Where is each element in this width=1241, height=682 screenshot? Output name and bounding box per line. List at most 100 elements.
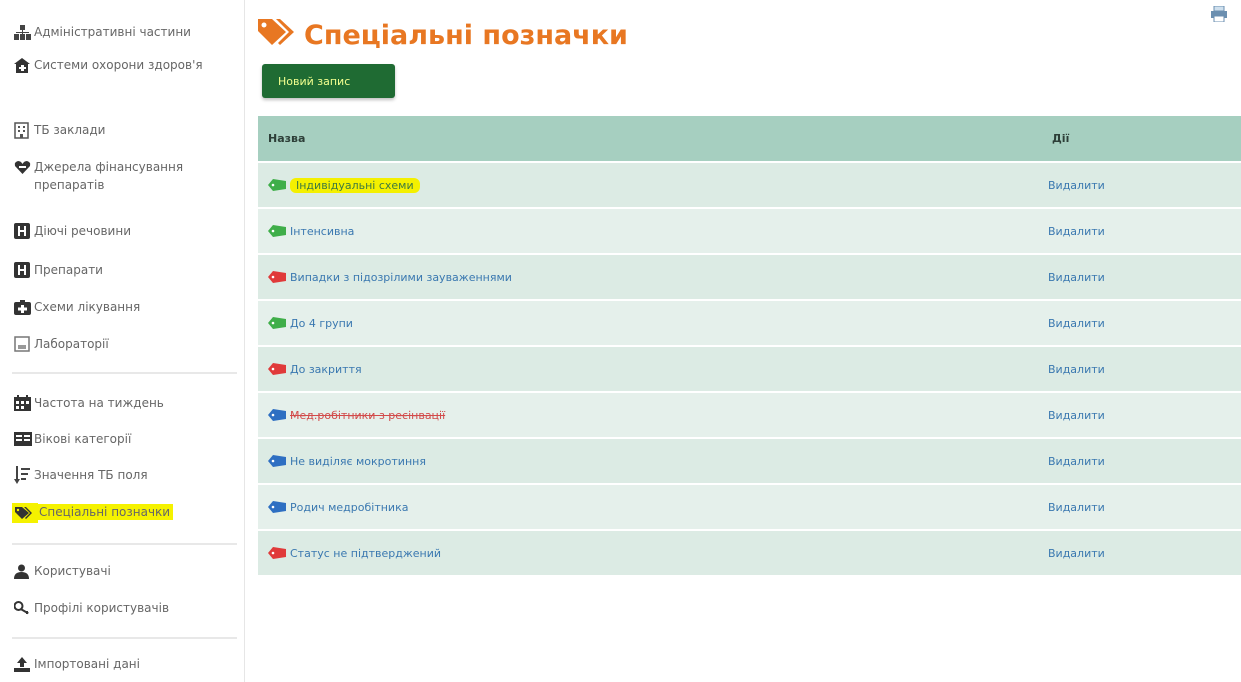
column-header-name[interactable]: Назва bbox=[258, 132, 1040, 145]
sidebar-item-label: ТБ заклади bbox=[34, 123, 106, 137]
substance-icon bbox=[14, 222, 34, 240]
column-header-actions: Дії bbox=[1052, 132, 1070, 145]
table-row: Індивідуальні схеми Видалити bbox=[258, 161, 1241, 207]
sidebar-item-treatment-schemes[interactable]: Схеми лікування bbox=[14, 298, 234, 316]
sidebar-item-label: Вікові категорії bbox=[34, 432, 132, 446]
sidebar-item-tb-field-values[interactable]: Значення ТБ поля bbox=[14, 466, 234, 484]
table-row: Не виділяє мокротиння Видалити bbox=[258, 437, 1241, 483]
page-title: Спеціальні позначки bbox=[258, 17, 628, 54]
delete-link[interactable]: Видалити bbox=[1040, 179, 1105, 192]
treatment-scheme-icon bbox=[14, 298, 34, 316]
table-row: Інтенсивна Видалити bbox=[258, 207, 1241, 253]
tag-name-link[interactable]: Інтенсивна bbox=[290, 225, 354, 238]
cell-name: Родич медробітника bbox=[258, 501, 1040, 514]
delete-link[interactable]: Видалити bbox=[1040, 271, 1105, 284]
building-icon bbox=[14, 121, 34, 139]
user-icon bbox=[14, 562, 34, 580]
age-category-icon bbox=[14, 430, 34, 448]
delete-link[interactable]: Видалити bbox=[1040, 455, 1105, 468]
health-system-icon bbox=[14, 56, 34, 74]
sidebar-divider bbox=[12, 372, 237, 374]
table-row: До 4 групи Видалити bbox=[258, 299, 1241, 345]
tag-icon bbox=[268, 225, 286, 237]
sidebar-item-label: Імпортовані дані bbox=[34, 657, 140, 671]
sidebar-item-special-tags[interactable]: Спеціальні позначки bbox=[12, 503, 174, 523]
tag-name-link[interactable]: Випадки з підозрілими зауваженнями bbox=[290, 271, 512, 284]
sidebar-item-imported-data[interactable]: Імпортовані дані bbox=[14, 655, 234, 673]
table-row: Мед.робітники з реєінвації Видалити bbox=[258, 391, 1241, 437]
special-tags-table: Назва Дії Індивідуальні схеми Видалити Інт… bbox=[258, 116, 1241, 575]
org-chart-icon bbox=[14, 23, 34, 41]
table-row: Випадки з підозрілими зауваженнями Видали… bbox=[258, 253, 1241, 299]
tag-icon bbox=[268, 455, 286, 467]
tag-icon bbox=[268, 363, 286, 375]
delete-link[interactable]: Видалити bbox=[1040, 547, 1105, 560]
sidebar-item-label: Профілі користувачів bbox=[34, 601, 170, 615]
sidebar-divider bbox=[12, 637, 237, 639]
cell-name: Мед.робітники з реєінвації bbox=[258, 409, 1040, 422]
cell-name: До закриття bbox=[258, 363, 1040, 376]
sidebar-item-funding-sources[interactable]: Джерела фінансування препаратів bbox=[14, 158, 224, 194]
sidebar-item-health-systems[interactable]: Системи охорони здоров'я bbox=[14, 56, 204, 74]
tag-icon bbox=[268, 547, 286, 559]
tag-icon bbox=[268, 271, 286, 283]
sidebar-item-label: Значення ТБ поля bbox=[34, 468, 148, 482]
tag-icon bbox=[268, 501, 286, 513]
cell-name: До 4 групи bbox=[258, 317, 1040, 330]
sidebar-divider bbox=[12, 543, 237, 545]
tags-icon bbox=[258, 17, 294, 54]
sidebar-item-user-profiles[interactable]: Профілі користувачів bbox=[14, 599, 234, 617]
sidebar-item-drugs[interactable]: Препарати bbox=[14, 261, 234, 279]
print-icon[interactable] bbox=[1211, 5, 1227, 26]
sidebar-item-label: Частота на тиждень bbox=[34, 396, 164, 410]
sidebar-item-label: Системи охорони здоров'я bbox=[34, 58, 203, 72]
cell-name: Не виділяє мокротиння bbox=[258, 455, 1040, 468]
delete-link[interactable]: Видалити bbox=[1040, 317, 1105, 330]
table-row: До закриття Видалити bbox=[258, 345, 1241, 391]
import-icon bbox=[14, 655, 34, 673]
calendar-icon bbox=[14, 394, 34, 412]
funding-icon bbox=[14, 158, 34, 176]
tag-name-link[interactable]: Не виділяє мокротиння bbox=[290, 455, 426, 468]
sidebar-item-label: Діючі речовини bbox=[34, 224, 131, 238]
delete-link[interactable]: Видалити bbox=[1040, 501, 1105, 514]
table-row: Родич медробітника Видалити bbox=[258, 483, 1241, 529]
sort-fields-icon bbox=[14, 466, 34, 484]
sidebar-item-label: Користувачі bbox=[34, 564, 111, 578]
sidebar-item-tb-facilities[interactable]: ТБ заклади bbox=[14, 121, 234, 139]
sidebar-item-age-categories[interactable]: Вікові категорії bbox=[14, 430, 234, 448]
tag-icon bbox=[268, 317, 286, 329]
sidebar-item-laboratories[interactable]: Лабораторії bbox=[14, 335, 234, 353]
delete-link[interactable]: Видалити bbox=[1040, 363, 1105, 376]
tags-icon bbox=[12, 503, 38, 523]
tag-name-link[interactable]: Мед.робітники з реєінвації bbox=[290, 409, 445, 422]
key-icon bbox=[14, 599, 34, 617]
page-title-text: Спеціальні позначки bbox=[304, 20, 628, 51]
sidebar-item-active-substances[interactable]: Діючі речовини bbox=[14, 222, 234, 240]
tag-name-link[interactable]: До 4 групи bbox=[290, 317, 353, 330]
tag-icon bbox=[268, 179, 286, 191]
cell-name: Індивідуальні схеми bbox=[258, 177, 1040, 193]
sidebar-item-label: Джерела фінансування препаратів bbox=[34, 160, 184, 192]
delete-link[interactable]: Видалити bbox=[1040, 409, 1105, 422]
sidebar-item-label: Адміністративні частини bbox=[34, 25, 191, 39]
sidebar-item-weekly-frequency[interactable]: Частота на тиждень bbox=[14, 394, 234, 412]
sidebar-item-users[interactable]: Користувачі bbox=[14, 562, 234, 580]
sidebar-item-admin-units[interactable]: Адміністративні частини bbox=[14, 23, 234, 41]
tag-name-link[interactable]: Індивідуальні схеми bbox=[290, 177, 420, 193]
sidebar-item-label: Схеми лікування bbox=[34, 300, 141, 314]
tag-name-link[interactable]: Родич медробітника bbox=[290, 501, 408, 514]
tag-name-link[interactable]: До закриття bbox=[290, 363, 362, 376]
cell-name: Статус не підтверджений bbox=[258, 547, 1040, 560]
drug-icon bbox=[14, 261, 34, 279]
table-row: Статус не підтверджений Видалити bbox=[258, 529, 1241, 575]
sidebar: Адміністративні частини Системи охорони … bbox=[0, 0, 245, 682]
delete-link[interactable]: Видалити bbox=[1040, 225, 1105, 238]
tag-icon bbox=[268, 409, 286, 421]
sidebar-item-label: Лабораторії bbox=[34, 337, 109, 351]
cell-name: Випадки з підозрілими зауваженнями bbox=[258, 271, 1040, 284]
tag-name-link[interactable]: Статус не підтверджений bbox=[290, 547, 441, 560]
laboratory-icon bbox=[14, 335, 34, 353]
new-record-button[interactable]: Новий запис bbox=[262, 64, 395, 98]
cell-name: Інтенсивна bbox=[258, 225, 1040, 238]
